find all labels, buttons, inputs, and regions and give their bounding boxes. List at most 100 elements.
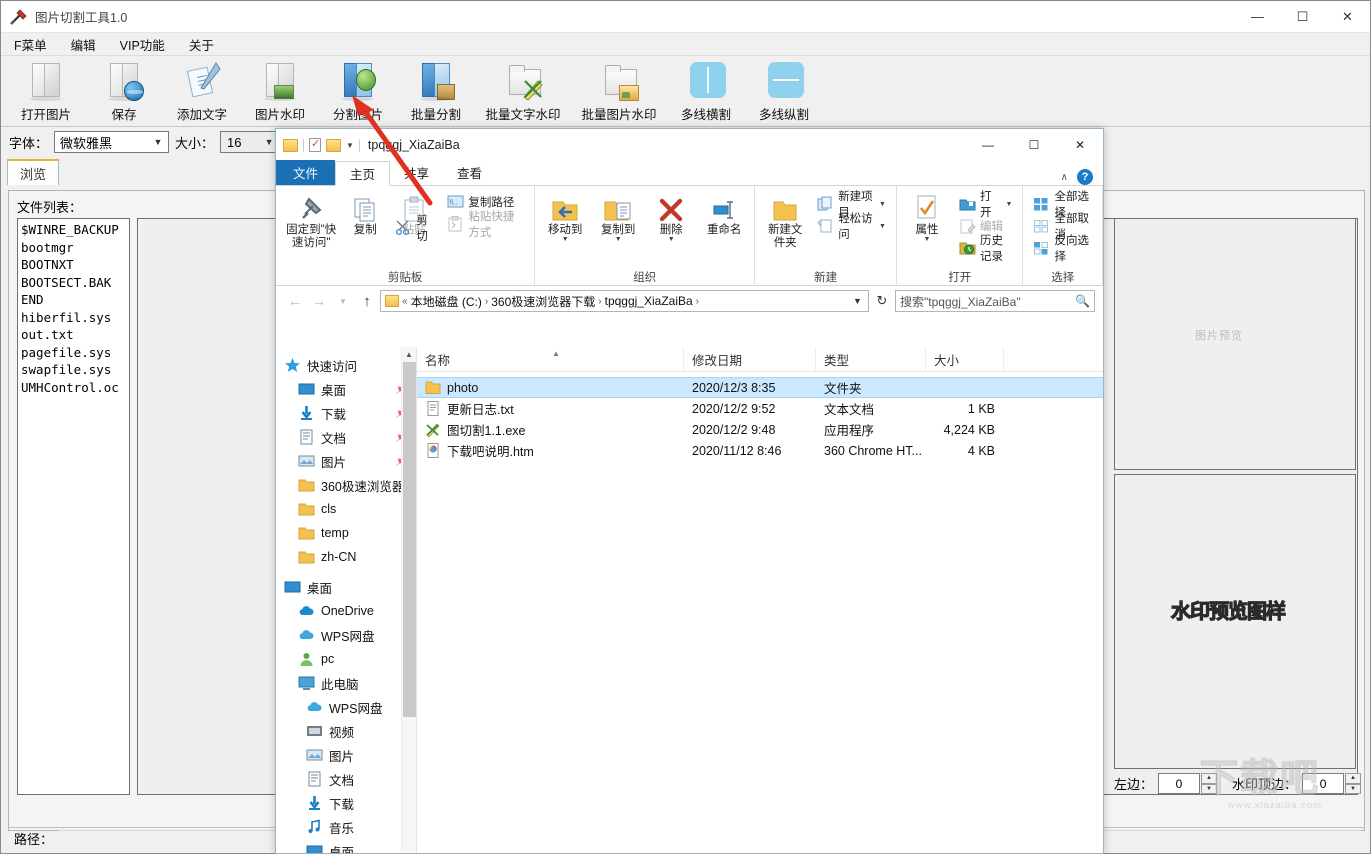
toolbar-button-add-text[interactable]: 添加文字 (163, 58, 241, 128)
nav-item-downloads-sub[interactable]: 下载 (276, 791, 416, 815)
collapse-ribbon-caret-icon[interactable]: ∧ (1061, 172, 1068, 183)
new-folder-icon[interactable] (326, 138, 341, 152)
breadcrumb-downloads[interactable]: 360极速浏览器下载 (491, 293, 595, 310)
file-list-box[interactable]: $WINRE_BACKUP bootmgr BOOTNXT BOOTSECT.B… (17, 218, 130, 795)
toolbar-button-image-watermark[interactable]: 图片水印 (241, 58, 319, 128)
nav-item-wps-cloud-sub[interactable]: WPS网盘 (276, 695, 416, 719)
nav-item-temp[interactable]: temp (276, 521, 416, 545)
left-offset-input[interactable] (1158, 773, 1201, 794)
list-item[interactable]: pagefile.sys (21, 344, 126, 362)
column-header-size[interactable]: 大小 (926, 346, 1004, 372)
scroll-up-icon[interactable]: ▲ (402, 347, 416, 362)
list-item[interactable]: END (21, 291, 126, 309)
move-to-button[interactable]: 移动到 ▼ (542, 190, 588, 243)
tab-browse[interactable]: 浏览 (7, 159, 60, 185)
back-arrow-icon[interactable]: ← (284, 290, 306, 312)
properties-icon[interactable] (309, 137, 321, 152)
nav-item-quick-access[interactable]: 快速访问 (276, 353, 416, 377)
toolbar-button-batch-split[interactable]: 批量分割 (397, 58, 475, 128)
address-dropdown-icon[interactable]: ▼ (849, 296, 866, 306)
up-arrow-icon[interactable]: ↑ (356, 290, 378, 312)
history-button[interactable]: 历史记录 (956, 235, 1015, 263)
toolbar-button-open-image[interactable]: 打开图片 (7, 58, 85, 128)
tab-file[interactable]: 文件 (276, 160, 336, 185)
scrollbar-thumb[interactable] (403, 362, 416, 717)
chevron-down-icon[interactable]: ▼ (879, 201, 886, 208)
address-field[interactable]: « 本地磁盘 (C:) › 360极速浏览器下载 › tpqggj_XiaZai… (380, 290, 869, 312)
explorer-maximize-button[interactable]: ☐ (1011, 130, 1057, 161)
nav-item-this-pc[interactable]: 此电脑 (276, 671, 416, 695)
toolbar-button-batch-image-watermark[interactable]: 批量图片水印 (571, 58, 667, 128)
list-item[interactable]: BOOTNXT (21, 256, 126, 274)
nav-item-desktop-root[interactable]: 桌面 (276, 575, 416, 599)
chevron-down-icon[interactable]: ▼ (924, 236, 931, 243)
properties-button[interactable]: 属性 ▼ (904, 190, 950, 243)
tab-share[interactable]: 共享 (390, 160, 443, 185)
app-minimize-button[interactable]: — (1235, 1, 1280, 33)
nav-item-music[interactable]: 音乐 (276, 815, 416, 839)
nav-item-videos[interactable]: 视频 (276, 719, 416, 743)
nav-item-downloads[interactable]: 下载 📌 (276, 401, 416, 425)
nav-item-pictures[interactable]: 图片 📌 (276, 449, 416, 473)
file-list-pane[interactable]: 名称 ▲ 修改日期 类型 大小 photo 2020/12/3 8:35 文件夹… (416, 346, 1103, 853)
list-item[interactable]: BOOTSECT.BAK (21, 274, 126, 292)
nav-item-pictures-sub[interactable]: 图片 (276, 743, 416, 767)
paste-shortcut-button[interactable]: 粘贴快捷方式 (444, 211, 527, 239)
list-item[interactable]: UMHControl.oc (21, 379, 126, 397)
navigation-pane[interactable]: 快速访问 桌面 📌 下载 📌 文档 📌 图片 📌 (276, 347, 416, 853)
refresh-icon[interactable]: ↻ (871, 290, 893, 312)
file-explorer-window[interactable]: ▼ tpqggj_XiaZaiBa — ☐ ✕ 文件 主页 共享 查看 ∧ ? (275, 128, 1104, 854)
explorer-close-button[interactable]: ✕ (1057, 130, 1103, 161)
chevron-down-icon[interactable]: ▼ (562, 236, 569, 243)
font-size-select[interactable]: 16 ▼ (220, 131, 281, 153)
rename-button[interactable]: 重命名 (701, 190, 747, 237)
copy-button[interactable]: 复制 (342, 190, 388, 237)
toolbar-button-batch-text-watermark[interactable]: 批量文字水印 (475, 58, 571, 128)
new-folder-button[interactable]: 新建文件夹 (762, 190, 808, 250)
list-item[interactable]: bootmgr (21, 239, 126, 257)
table-row[interactable]: photo 2020/12/3 8:35 文件夹 (417, 377, 1103, 398)
copy-to-button[interactable]: 复制到 ▼ (595, 190, 641, 243)
list-item[interactable]: out.txt (21, 326, 126, 344)
nav-item-wps-cloud[interactable]: WPS网盘 (276, 623, 416, 647)
font-family-select[interactable]: 微软雅黑 ▼ (54, 131, 170, 153)
delete-button[interactable]: 删除 ▼ (648, 190, 694, 243)
table-row[interactable]: 图切割1.1.exe 2020/12/2 9:48 应用程序 4,224 KB (417, 419, 1103, 440)
list-item[interactable]: $WINRE_BACKUP (21, 221, 126, 239)
customize-caret-icon[interactable]: ▼ (346, 141, 354, 150)
chevron-down-icon[interactable]: ▼ (1006, 201, 1013, 208)
breadcrumb-drive[interactable]: 本地磁盘 (C:) (411, 293, 482, 310)
toolbar-button-multi-horizontal-split[interactable]: 多线横割 (667, 58, 745, 128)
tab-view[interactable]: 查看 (443, 160, 496, 185)
nav-item-cls[interactable]: cls (276, 497, 416, 521)
toolbar-button-split-image[interactable]: 分割图片 (319, 58, 397, 128)
list-item[interactable]: swapfile.sys (21, 361, 126, 379)
search-magnifier-icon[interactable]: 🔍 (1075, 294, 1090, 308)
column-header-type[interactable]: 类型 (816, 346, 926, 372)
easy-access-button[interactable]: 轻松访问 ▼ (814, 213, 889, 241)
menu-item-file[interactable]: F菜单 (11, 34, 50, 55)
nav-item-onedrive[interactable]: OneDrive (276, 599, 416, 623)
open-button[interactable]: 打开 ▼ (956, 191, 1015, 219)
menu-item-vip[interactable]: VIP功能 (117, 34, 168, 55)
toolbar-button-save[interactable]: 保存 (85, 58, 163, 128)
nav-pane-scrollbar[interactable]: ▲ (401, 347, 416, 853)
breadcrumb-current[interactable]: tpqggj_XiaZaiBa (605, 294, 693, 308)
menu-item-about[interactable]: 关于 (186, 34, 217, 55)
toolbar-button-multi-vertical-split[interactable]: 多线纵割 (745, 58, 823, 128)
app-close-button[interactable]: ✕ (1325, 1, 1370, 33)
list-item[interactable]: hiberfil.sys (21, 309, 126, 327)
chevron-down-icon[interactable]: ▼ (879, 223, 886, 230)
table-row[interactable]: 更新日志.txt 2020/12/2 9:52 文本文档 1 KB (417, 398, 1103, 419)
nav-item-desktop[interactable]: 桌面 📌 (276, 377, 416, 401)
watermark-preview-box[interactable]: 水印预览图样 (1114, 474, 1356, 769)
nav-item-documents[interactable]: 文档 📌 (276, 425, 416, 449)
nav-item-360-downloads[interactable]: 360极速浏览器下载 (276, 473, 416, 497)
help-question-icon[interactable]: ? (1077, 169, 1093, 185)
table-row[interactable]: 下载吧说明.htm 2020/11/12 8:46 360 Chrome HT.… (417, 440, 1103, 461)
column-header-date[interactable]: 修改日期 (684, 346, 816, 372)
nav-item-desktop-sub[interactable]: 桌面 (276, 839, 416, 853)
tab-home[interactable]: 主页 (335, 161, 391, 186)
column-header-name[interactable]: 名称 ▲ (417, 346, 684, 372)
explorer-minimize-button[interactable]: — (965, 130, 1011, 161)
